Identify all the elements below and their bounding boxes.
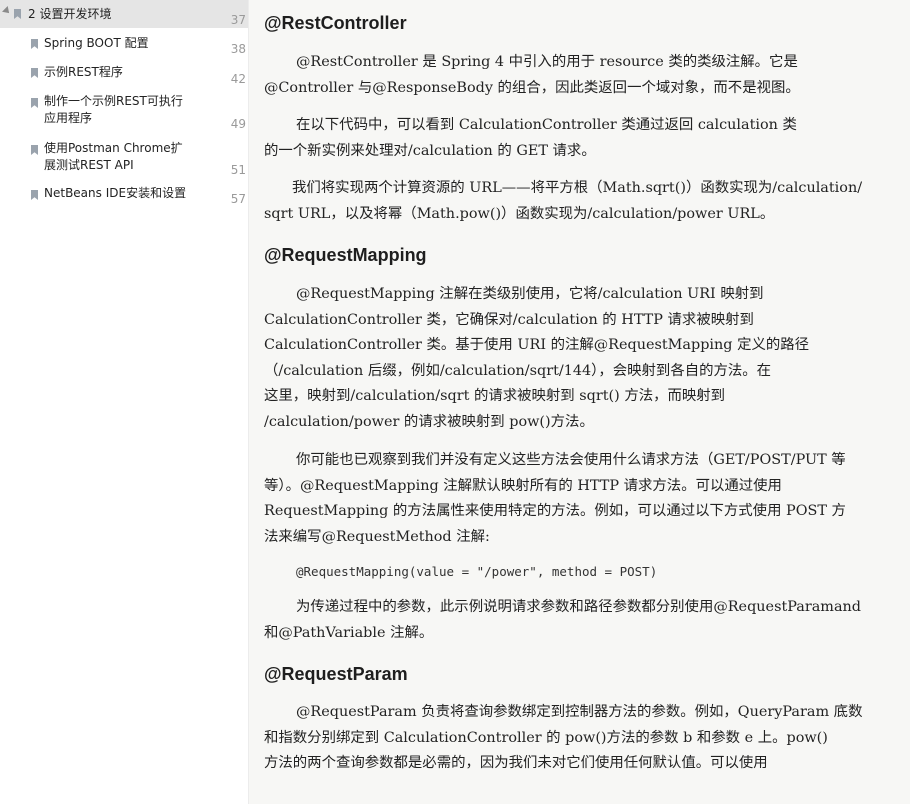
bookmark-item-executable-app[interactable]: 制作一个示例REST可执行 应用程序 49 [0, 92, 248, 136]
paragraph-7: @RequestParam 负责将查询参数绑定到控制器方法的参数。例如，Quer… [264, 700, 884, 777]
paragraph-2: 在以下代码中，可以看到 CalculationController 类通过返回 … [264, 113, 884, 164]
bookmark-label: 2 设置开发环境 [28, 7, 112, 21]
bookmark-label-line2: 展测试REST API [44, 158, 134, 172]
text-line: 你可能也已观察到我们并没有定义这些方法会使用什么请求方法（GET/POST/PU… [296, 452, 846, 468]
text-line: CalculationController 类。基于使用 URI 的注解@Req… [264, 337, 810, 353]
paragraph-4: @RequestMapping 注解在类级别使用，它将/calculation … [264, 282, 884, 435]
bookmark-page-number: 37 [230, 13, 246, 27]
paragraph-6: 为传递过程中的参数，此示例说明请求参数和路径参数都分别使用@RequestPar… [264, 595, 884, 646]
heading-restcontroller: @RestController [264, 13, 407, 33]
text-line: @RestController 是 Spring 4 中引入的用于 resour… [296, 54, 798, 70]
text-line: /calculation/power 的请求被映射到 pow()方法。 [264, 413, 594, 430]
bookmark-icon [14, 9, 21, 19]
text-line: 在以下代码中，可以看到 CalculationController 类通过返回 … [296, 117, 797, 133]
text-line: RequestMapping 的方法属性来使用特定的方法。例如，可以通过以下方式… [264, 503, 846, 519]
text-line: @RequestParam 负责将查询参数绑定到控制器方法的参数。例如，Quer… [296, 704, 863, 720]
heading-requestmapping: @RequestMapping [264, 245, 427, 265]
paragraph-3: 我们将实现两个计算资源的 URL——将平方根（Math.sqrt()）函数实现为… [264, 176, 884, 227]
text-line: 我们将实现两个计算资源的 URL——将平方根（Math.sqrt()）函数实现为… [292, 180, 863, 196]
bookmark-icon [31, 190, 38, 200]
bookmark-page-number: 51 [230, 163, 246, 177]
heading-requestparam: @RequestParam [264, 664, 408, 684]
paragraph-1: @RestController 是 Spring 4 中引入的用于 resour… [264, 50, 884, 101]
bookmarks-panel: 2 设置开发环境 37 Spring BOOT 配置 38 示例REST程序 4… [0, 0, 249, 804]
bookmark-page-number: 42 [230, 72, 246, 86]
collapse-caret-icon[interactable] [2, 6, 12, 16]
text-line: （/calculation 后缀，例如/calculation/sqrt/144… [264, 362, 772, 379]
code-snippet: @RequestMapping(value = "/power", method… [296, 564, 658, 579]
bookmark-icon [31, 68, 38, 78]
bookmark-label: Spring BOOT 配置 [44, 36, 149, 50]
text-line: 和指数分别绑定到 CalculationController 的 pow()方法… [264, 729, 828, 746]
text-line: 这里，映射到/calculation/sqrt 的请求被映射到 sqrt() 方… [264, 388, 726, 404]
text-line: 法来编写@RequestMethod 注解: [264, 528, 490, 545]
bookmark-label-line1: 制作一个示例REST可执行 [44, 94, 183, 108]
text-line: 等）。@RequestMapping 注解默认映射所有的 HTTP 请求方法。可… [264, 477, 782, 494]
bookmark-label-line1: 使用Postman Chrome扩 [44, 141, 183, 155]
paragraph-5: 你可能也已观察到我们并没有定义这些方法会使用什么请求方法（GET/POST/PU… [264, 448, 884, 550]
bookmark-icon [31, 98, 38, 108]
bookmark-item-postman[interactable]: 使用Postman Chrome扩 展测试REST API 51 [0, 139, 248, 183]
bookmark-label-line2: 应用程序 [44, 111, 93, 125]
bookmark-item-spring-boot[interactable]: Spring BOOT 配置 38 [0, 33, 248, 59]
text-line: 的一个新实例来处理对/calculation 的 GET 请求。 [264, 142, 596, 159]
bookmark-page-number: 38 [230, 42, 246, 56]
bookmark-page-number: 57 [230, 192, 246, 206]
document-page[interactable]: @RestController @RestController 是 Spring… [249, 0, 910, 804]
text-line: @RequestMapping 注解在类级别使用，它将/calculation … [296, 286, 764, 302]
text-line: 方法的两个查询参数都是必需的，因为我们未对它们使用任何默认值。可以使用 [264, 755, 768, 771]
bookmark-page-number: 49 [230, 117, 246, 131]
bookmark-item-rest-sample[interactable]: 示例REST程序 42 [0, 62, 248, 90]
bookmark-label: NetBeans IDE安装和设置 [44, 186, 187, 200]
bookmark-item-setup-env[interactable]: 2 设置开发环境 37 [0, 0, 248, 28]
bookmark-label: 示例REST程序 [44, 65, 123, 79]
bookmark-icon [31, 145, 38, 155]
bookmark-item-netbeans[interactable]: NetBeans IDE安装和设置 57 [0, 184, 248, 210]
text-line: CalculationController 类，它确保对/calculation… [264, 311, 754, 328]
text-line: 和@PathVariable 注解。 [264, 624, 434, 641]
text-line: 为传递过程中的参数，此示例说明请求参数和路径参数都分别使用@RequestPar… [296, 599, 862, 615]
text-line: sqrt URL，以及将幂（Math.pow()）函数实现为/calculati… [264, 205, 775, 222]
text-line: @Controller 与@ResponseBody 的组合，因此类返回一个域对… [264, 79, 800, 96]
bookmark-icon [31, 39, 38, 49]
